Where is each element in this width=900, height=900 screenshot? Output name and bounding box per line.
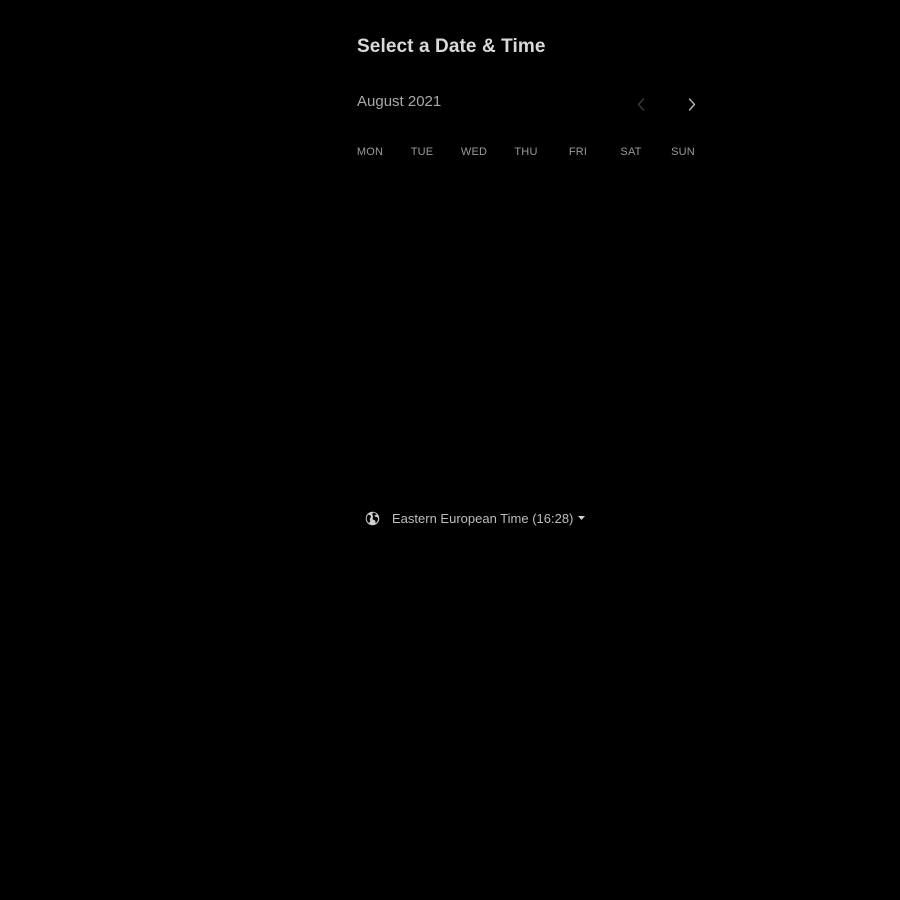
previous-month-button[interactable] [630, 93, 652, 115]
chevron-right-icon [688, 97, 696, 111]
weekday-sun: SUN [671, 146, 695, 158]
caret-down-icon [578, 516, 586, 520]
weekday-thu: THU [514, 146, 538, 158]
weekday-fri: FRI [568, 146, 588, 158]
globe-icon [365, 511, 380, 525]
weekday-mon: MON [356, 146, 384, 158]
timezone-selector[interactable]: Eastern European Time (16:28) [365, 508, 586, 528]
chevron-left-icon [637, 97, 645, 111]
current-month-label: August 2021 [357, 93, 442, 110]
weekday-wed: WED [460, 146, 488, 158]
page-title: Select a Date & Time [357, 36, 546, 57]
month-navigation: August 2021 [357, 93, 700, 115]
weekday-tue: TUE [410, 146, 434, 158]
scheduler-panel: Select a Date & Time August 2021 MON TUE… [357, 0, 700, 900]
next-month-button[interactable] [681, 93, 703, 115]
weekday-header: MON TUE WED THU FRI SAT SUN [357, 146, 700, 162]
timezone-label: Eastern European Time (16:28) [392, 510, 574, 526]
calendar-grid [357, 172, 700, 482]
weekday-sat: SAT [620, 146, 642, 158]
